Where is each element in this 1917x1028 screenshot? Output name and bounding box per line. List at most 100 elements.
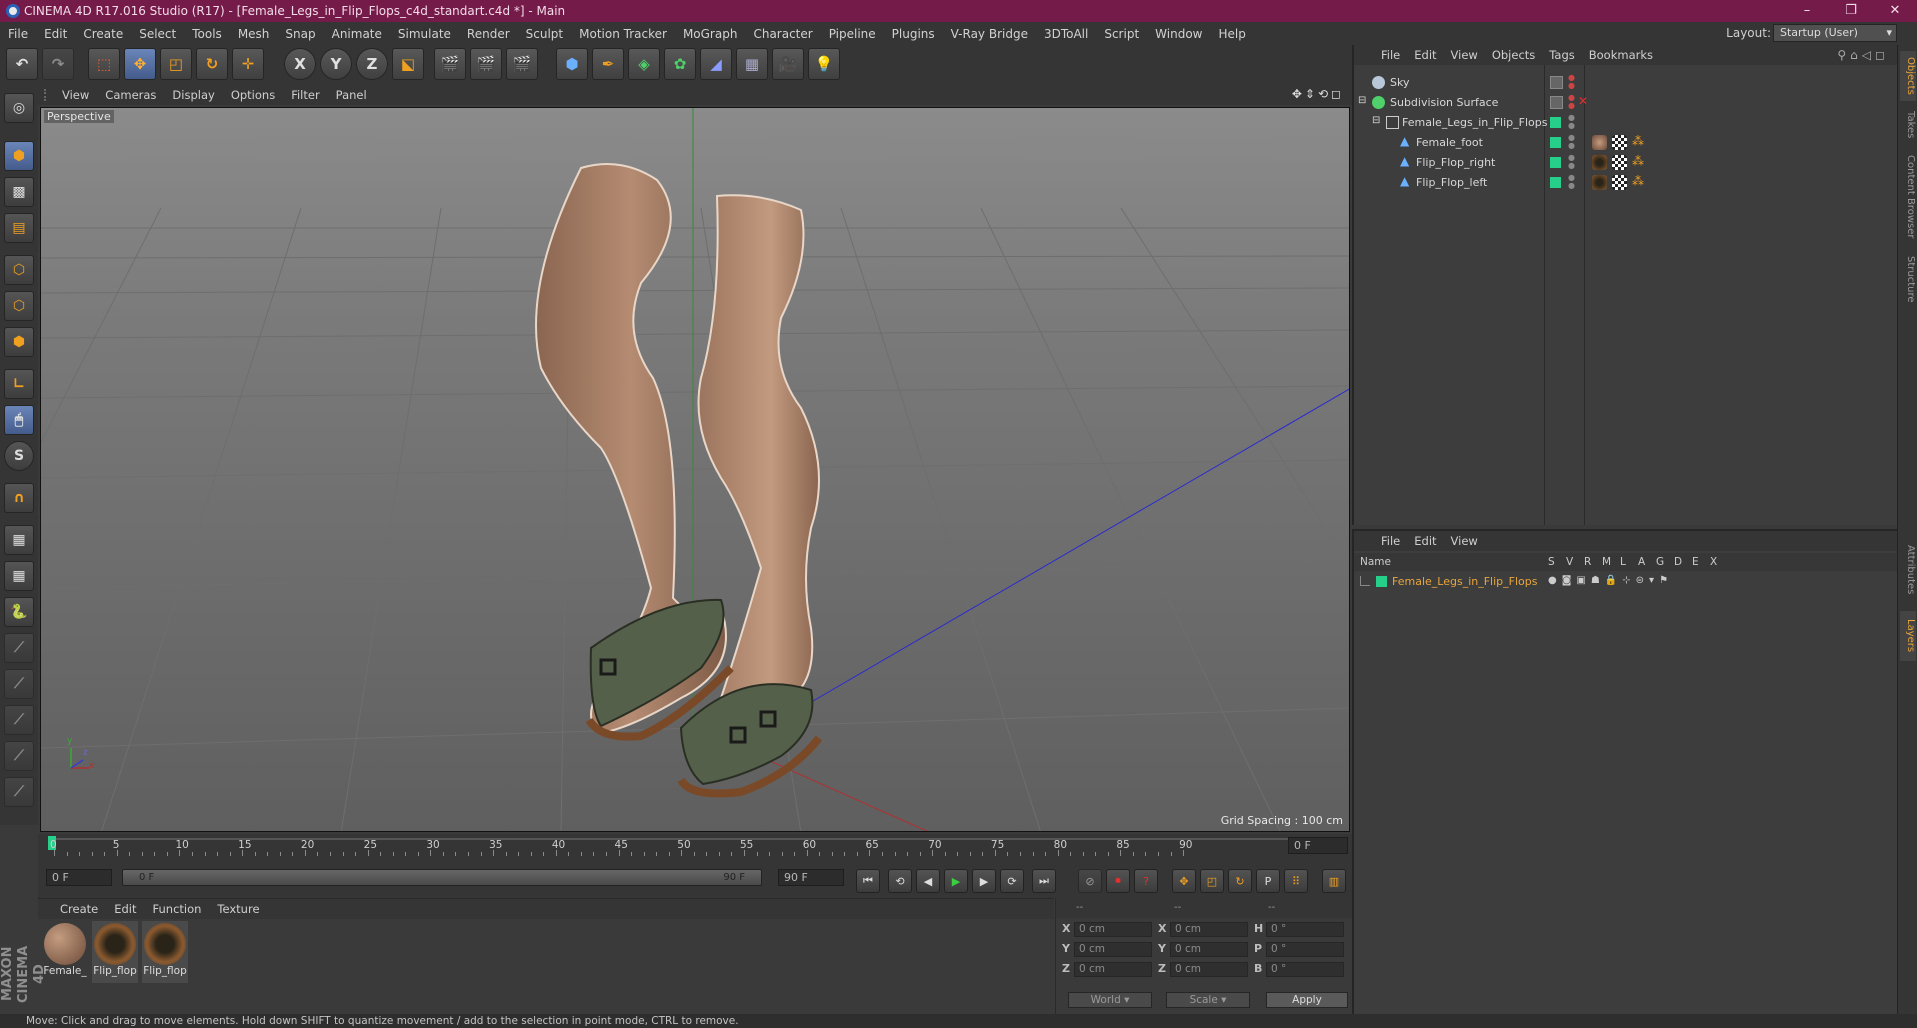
material-menu-create[interactable]: Create — [52, 902, 106, 916]
current-frame-field[interactable]: 0 F — [1288, 837, 1348, 854]
menu-mograph[interactable]: MoGraph — [675, 27, 746, 41]
next-key-button[interactable]: ⟳ — [1000, 869, 1024, 893]
menu-simulate[interactable]: Simulate — [390, 27, 459, 41]
material-swatch[interactable]: Flip_flop — [142, 921, 188, 983]
rotation-b-field[interactable]: 0 ° — [1266, 962, 1344, 977]
phong-tag-icon[interactable]: ⁂ — [1632, 154, 1644, 168]
viewport-menu-filter[interactable]: Filter — [283, 88, 327, 102]
menu-plugins[interactable]: Plugins — [884, 27, 943, 41]
material-tag-icon[interactable] — [1592, 155, 1607, 170]
layer-toggle-icon[interactable] — [1550, 96, 1563, 109]
end-frame-field[interactable]: 90 F — [778, 869, 844, 886]
add-pen-spline-button[interactable]: ✒ — [592, 48, 624, 80]
menu-character[interactable]: Character — [745, 27, 820, 41]
column-deformers[interactable]: D — [1674, 553, 1682, 571]
points-mode-button[interactable]: ⬡ — [4, 255, 34, 285]
menu-motion-tracker[interactable]: Motion Tracker — [571, 27, 675, 41]
model-mode-button[interactable]: ⬢ — [4, 141, 34, 171]
size-mode-dropdown[interactable]: Scale ▾ — [1166, 992, 1250, 1008]
layer-color-swatch[interactable] — [1376, 576, 1387, 587]
object-row-subdivision-surface[interactable]: ⊟ Subdivision Surface ● ● ✕ — [1354, 93, 1899, 113]
material-menu-edit[interactable]: Edit — [106, 902, 144, 916]
column-animation[interactable]: A — [1638, 553, 1645, 571]
scale-tool-button[interactable]: ◰ — [160, 48, 192, 80]
keyframe-selection-button[interactable]: ? — [1134, 869, 1158, 893]
menu-vray-bridge[interactable]: V-Ray Bridge — [943, 27, 1036, 41]
column-locked[interactable]: L — [1620, 553, 1626, 571]
menu-script[interactable]: Script — [1096, 27, 1147, 41]
viewport-camera-label[interactable]: Perspective — [44, 110, 114, 123]
z-axis-lock-button[interactable]: Z — [356, 48, 388, 80]
layer-menu-file[interactable]: File — [1374, 534, 1407, 548]
menu-sculpt[interactable]: Sculpt — [518, 27, 571, 41]
column-render[interactable]: R — [1584, 553, 1591, 571]
visibility-dots-icon[interactable]: ● ● — [1568, 134, 1575, 150]
key-position-button[interactable]: ✥ — [1172, 869, 1196, 893]
add-cube-button[interactable]: ⬢ — [556, 48, 588, 80]
layer-color-indicator[interactable] — [1550, 137, 1561, 148]
menu-window[interactable]: Window — [1147, 27, 1210, 41]
layer-color-indicator[interactable] — [1550, 177, 1561, 188]
menu-edit[interactable]: Edit — [36, 27, 75, 41]
object-row-flip-flop-left[interactable]: ▲ Flip_Flop_left ● ● ⁂ — [1354, 173, 1899, 193]
column-name[interactable]: Name — [1360, 553, 1391, 571]
column-xrefs[interactable]: X — [1710, 553, 1717, 571]
menu-3dtoall[interactable]: 3DToAll — [1036, 27, 1096, 41]
render-picture-viewer-button[interactable]: 🎬 — [470, 48, 502, 80]
add-camera-button[interactable]: 🎥 — [772, 48, 804, 80]
visibility-dots-icon[interactable]: ● ● — [1568, 94, 1575, 110]
layer-menu-edit[interactable]: Edit — [1407, 534, 1443, 548]
record-keys-button[interactable]: ⊘ — [1078, 869, 1102, 893]
render-view-button[interactable]: 🎬 — [434, 48, 466, 80]
viewport-menu-panel[interactable]: Panel — [328, 88, 375, 102]
phong-tag-icon[interactable]: ⁂ — [1632, 134, 1644, 148]
snap-button[interactable]: ∩ — [4, 483, 34, 513]
menu-file[interactable]: File — [0, 27, 36, 41]
material-menu-texture[interactable]: Texture — [209, 902, 267, 916]
material-tag-icon[interactable] — [1592, 175, 1607, 190]
layer-toggle-icon[interactable] — [1550, 76, 1563, 89]
size-y-field[interactable]: 0 cm — [1170, 942, 1248, 957]
texture-mode-button[interactable]: ▩ — [4, 177, 34, 207]
viewport-menu-options[interactable]: Options — [223, 88, 283, 102]
menu-snap[interactable]: Snap — [277, 27, 323, 41]
material-tag-icon[interactable] — [1592, 135, 1607, 150]
object-row-flip-flop-right[interactable]: ▲ Flip_Flop_right ● ● ⁂ — [1354, 153, 1899, 173]
coordinate-system-button[interactable]: ⬕ — [392, 48, 424, 80]
position-z-field[interactable]: 0 cm — [1074, 962, 1152, 977]
add-light-button[interactable]: 💡 — [808, 48, 840, 80]
sculpt-brush-3-button[interactable]: ⟋ — [4, 705, 34, 735]
viewport-menu-display[interactable]: Display — [164, 88, 222, 102]
material-swatch[interactable]: Flip_flop — [92, 921, 138, 983]
column-view[interactable]: V — [1566, 553, 1573, 571]
column-manager[interactable]: M — [1602, 553, 1611, 571]
object-menu-tags[interactable]: Tags — [1542, 48, 1581, 62]
coordinate-space-dropdown[interactable]: World ▾ — [1068, 992, 1152, 1008]
start-frame-field[interactable]: 0 F — [46, 869, 112, 886]
rotate-tool-button[interactable]: ↻ — [196, 48, 228, 80]
viewport-nav-icons[interactable]: ✥⇕⟲◻ — [1292, 87, 1344, 101]
layer-row[interactable]: Female_Legs_in_Flip_Flops ●◙▣☗🔒⊹⊜▾⚑ — [1354, 573, 1899, 591]
object-row-sky[interactable]: Sky ● ● — [1354, 73, 1899, 93]
workplane-mode-button[interactable]: ▤ — [4, 213, 34, 243]
tweak-mode-button[interactable]: 🖱 — [4, 405, 34, 435]
frame-range-slider[interactable]: 0 F 90 F — [122, 869, 762, 886]
prev-key-button[interactable]: ⟲ — [888, 869, 912, 893]
layout-dropdown[interactable]: Startup (User) ▾ — [1773, 24, 1897, 42]
layer-color-indicator[interactable] — [1550, 157, 1561, 168]
phong-tag-icon[interactable]: ⁂ — [1632, 174, 1644, 188]
sculpt-brush-1-button[interactable]: ⟋ — [4, 633, 34, 663]
close-button[interactable]: ✕ — [1873, 0, 1917, 22]
object-row-female-legs-group[interactable]: ⊟ Female_Legs_in_Flip_Flops ● ● — [1354, 113, 1899, 133]
redo-button[interactable]: ↷ — [42, 48, 74, 80]
menu-animate[interactable]: Animate — [324, 27, 390, 41]
sculpt-brush-2-button[interactable]: ⟋ — [4, 669, 34, 699]
object-menu-edit[interactable]: Edit — [1407, 48, 1443, 62]
workplane-lock-button[interactable]: ▦ — [4, 525, 34, 555]
visibility-dots-icon[interactable]: ● ● — [1568, 74, 1575, 90]
recent-tool-button[interactable]: ✛ — [232, 48, 264, 80]
sculpt-brush-4-button[interactable]: ⟋ — [4, 741, 34, 771]
make-editable-button[interactable]: ◎ — [4, 93, 34, 123]
uvw-tag-icon[interactable] — [1612, 175, 1627, 190]
menu-render[interactable]: Render — [459, 27, 518, 41]
